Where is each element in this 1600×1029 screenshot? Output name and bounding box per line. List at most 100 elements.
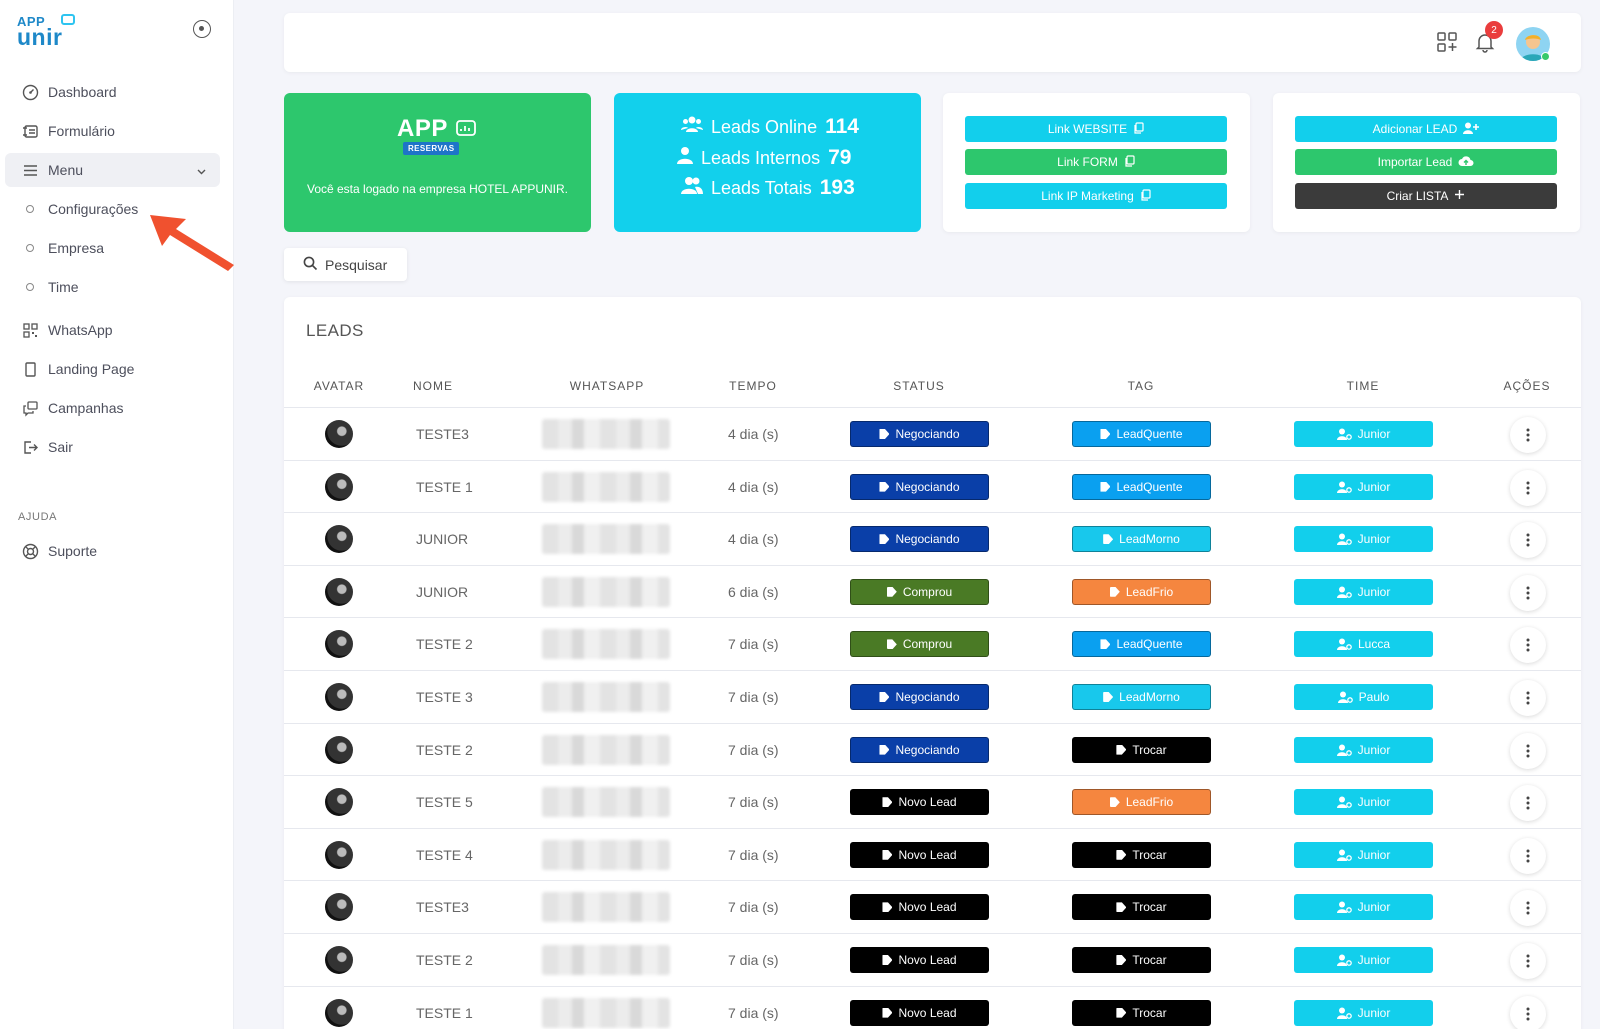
table-row[interactable]: TESTE 2 7 dia (s) Comprou LeadQuente Lucca: [284, 617, 1581, 670]
row-actions-button[interactable]: [1510, 574, 1546, 611]
sidebar-item-dashboard[interactable]: Dashboard: [5, 75, 220, 109]
team-badge[interactable]: Junior: [1294, 736, 1433, 763]
status-badge[interactable]: Novo Lead: [850, 947, 989, 973]
tag-badge[interactable]: Trocar: [1072, 841, 1211, 868]
tag-badge[interactable]: Trocar: [1072, 736, 1211, 763]
tag-icon: [879, 744, 890, 755]
table-row[interactable]: TESTE 3 7 dia (s) Negociando LeadMorno Paulo: [284, 670, 1581, 723]
table-row[interactable]: JUNIOR 6 dia (s) Comprou LeadFrio Junior: [284, 564, 1581, 618]
status-badge[interactable]: Negociando: [850, 473, 989, 500]
table-row[interactable]: TESTE 4 7 dia (s) Novo Lead Trocar Junior: [284, 827, 1581, 881]
status-badge[interactable]: Novo Lead: [850, 841, 989, 868]
search-button[interactable]: Pesquisar: [284, 248, 407, 281]
circle-icon: [26, 244, 34, 252]
sidebar-item-suporte[interactable]: Suporte: [5, 534, 220, 568]
row-actions-button[interactable]: [1510, 417, 1546, 453]
row-actions-button[interactable]: [1510, 522, 1546, 559]
team-label: Junior: [1357, 953, 1391, 967]
user-gear-icon: [1336, 954, 1352, 966]
status-badge[interactable]: Comprou: [850, 631, 989, 658]
sidebar-item-campanhas[interactable]: Campanhas: [5, 391, 220, 425]
sidebar-item-sair[interactable]: Sair: [5, 430, 220, 464]
status-badge[interactable]: Negociando: [850, 526, 989, 553]
row-actions-button[interactable]: [1510, 785, 1546, 822]
tag-badge[interactable]: Trocar: [1072, 894, 1211, 921]
lead-name: JUNIOR: [416, 531, 469, 548]
status-badge[interactable]: Novo Lead: [850, 999, 989, 1026]
sidebar-item-menu[interactable]: Menu: [5, 153, 220, 187]
sidebar-item-formulario[interactable]: Formulário: [5, 114, 220, 148]
status-badge[interactable]: Negociando: [850, 421, 989, 447]
status-label: Negociando: [895, 690, 960, 704]
tag-icon: [1116, 955, 1127, 965]
row-actions-button[interactable]: [1510, 943, 1546, 979]
status-badge[interactable]: Negociando: [850, 684, 989, 710]
sidebar-toggle-icon[interactable]: [193, 20, 211, 38]
table-row[interactable]: TESTE 2 7 dia (s) Novo Lead Trocar Junior: [284, 933, 1581, 986]
tag-badge[interactable]: LeadQuente: [1072, 473, 1211, 500]
team-badge[interactable]: Paulo: [1294, 684, 1433, 710]
table-row[interactable]: TESTE3 7 dia (s) Novo Lead Trocar Junior: [284, 880, 1581, 933]
status-badge[interactable]: Novo Lead: [850, 789, 989, 816]
create-list-button[interactable]: Criar LISTA: [1295, 183, 1557, 209]
tag-badge[interactable]: LeadMorno: [1072, 684, 1211, 710]
lead-avatar: [325, 735, 353, 764]
lead-name: TESTE 2: [416, 636, 473, 653]
team-badge[interactable]: Junior: [1294, 578, 1433, 605]
copy-icon: [1133, 121, 1144, 137]
row-actions-button[interactable]: [1510, 890, 1546, 927]
tag-icon: [1100, 639, 1111, 650]
row-actions-button[interactable]: [1510, 732, 1546, 769]
team-badge[interactable]: Junior: [1294, 421, 1433, 447]
kebab-menu-icon: [1526, 691, 1530, 705]
team-badge[interactable]: Junior: [1294, 841, 1433, 868]
sidebar-item-time[interactable]: Time: [5, 270, 220, 304]
team-badge[interactable]: Junior: [1294, 789, 1433, 816]
team-badge[interactable]: Junior: [1294, 894, 1433, 921]
lead-tempo: 7 dia (s): [728, 1004, 779, 1021]
status-badge[interactable]: Novo Lead: [850, 894, 989, 921]
status-label: Novo Lead: [898, 1005, 957, 1020]
add-lead-button[interactable]: Adicionar LEAD: [1295, 116, 1557, 142]
team-badge[interactable]: Lucca: [1294, 631, 1433, 658]
kebab-menu-icon: [1526, 638, 1530, 652]
row-actions-button[interactable]: [1510, 680, 1546, 716]
lead-name: TESTE3: [416, 899, 469, 916]
status-badge[interactable]: Negociando: [850, 736, 989, 763]
link-ip-marketing-button[interactable]: Link IP Marketing: [965, 183, 1227, 209]
sidebar-item-whatsapp[interactable]: WhatsApp: [5, 313, 220, 347]
apps-add-icon[interactable]: [1436, 31, 1458, 58]
link-form-button[interactable]: Link FORM: [965, 149, 1227, 175]
table-row[interactable]: TESTE 1 4 dia (s) Negociando LeadQuente Juni…: [284, 459, 1581, 513]
tag-badge[interactable]: LeadMorno: [1072, 526, 1211, 553]
link-website-button[interactable]: Link WEBSITE: [965, 116, 1227, 142]
table-row[interactable]: TESTE 2 7 dia (s) Negociando Trocar Junior: [284, 722, 1581, 776]
lead-name: TESTE 4: [416, 846, 473, 863]
stat-value: 79: [828, 146, 852, 169]
table-row[interactable]: TESTE3 4 dia (s) Negociando LeadQuente Junio…: [284, 407, 1581, 460]
team-badge[interactable]: Junior: [1294, 947, 1433, 973]
sidebar-item-label: Empresa: [48, 240, 105, 256]
team-badge[interactable]: Junior: [1294, 999, 1433, 1026]
team-badge[interactable]: Junior: [1294, 473, 1433, 500]
app-logo[interactable]: APP unir: [17, 14, 75, 49]
tag-badge[interactable]: LeadQuente: [1072, 631, 1211, 658]
table-row[interactable]: TESTE 5 7 dia (s) Novo Lead LeadFrio Junior: [284, 775, 1581, 828]
row-actions-button[interactable]: [1510, 627, 1546, 664]
status-badge[interactable]: Comprou: [850, 578, 989, 605]
table-row[interactable]: TESTE 1 7 dia (s) Novo Lead Trocar Junior: [284, 985, 1581, 1029]
tag-badge[interactable]: LeadFrio: [1072, 578, 1211, 605]
tag-badge[interactable]: LeadQuente: [1072, 421, 1211, 447]
import-lead-button[interactable]: Importar Lead: [1295, 149, 1557, 175]
team-badge[interactable]: Junior: [1294, 526, 1433, 553]
tag-badge[interactable]: Trocar: [1072, 947, 1211, 973]
table-row[interactable]: JUNIOR 4 dia (s) Negociando LeadMorno Junior: [284, 512, 1581, 565]
row-actions-button[interactable]: [1510, 469, 1546, 506]
sidebar-item-landing-page[interactable]: Landing Page: [5, 352, 220, 386]
tag-badge[interactable]: LeadFrio: [1072, 789, 1211, 816]
lead-tempo: 4 dia (s): [728, 531, 779, 548]
lead-avatar: [325, 630, 353, 659]
row-actions-button[interactable]: [1510, 837, 1546, 874]
row-actions-button[interactable]: [1510, 995, 1546, 1029]
tag-badge[interactable]: Trocar: [1072, 999, 1211, 1026]
